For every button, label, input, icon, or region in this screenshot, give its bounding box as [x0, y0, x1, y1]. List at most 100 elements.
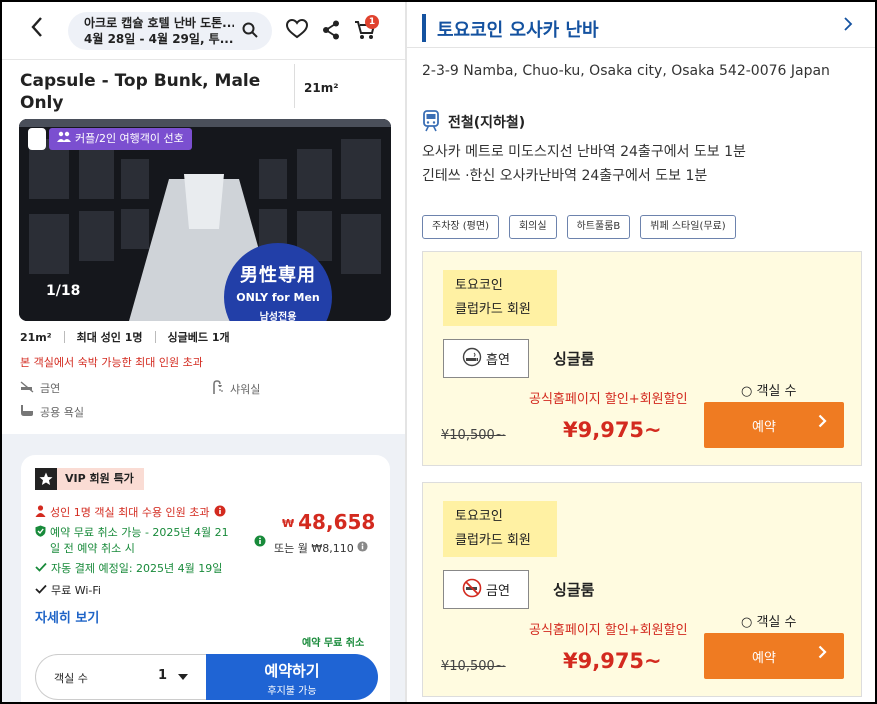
no-smoking-icon — [20, 380, 34, 396]
vip-wifi-row: 무료 Wi-Fi — [35, 583, 101, 599]
shower-icon — [212, 380, 224, 397]
cancel-info[interactable] — [254, 535, 266, 552]
share-icon[interactable] — [322, 20, 340, 44]
male-only-sign-ko: 남성전용 — [259, 312, 297, 321]
couple-badge-text: 커플/2인 여행객이 선호 — [75, 132, 184, 145]
male-only-sign-jp: 男性専用 — [240, 265, 316, 286]
no-smoking-icon — [462, 578, 482, 602]
smoking-badge: 금연 — [443, 570, 529, 609]
book-button-subtitle: 후지불 가능 — [267, 686, 317, 697]
vip-wifi-text: 무료 Wi-Fi — [51, 584, 101, 597]
transit-line: 오사카 메트로 미도스지선 난바역 24출구에서 도보 1분 — [422, 144, 746, 160]
reserve-button-label: 예약 — [752, 420, 776, 435]
chevron-right-icon — [818, 644, 827, 664]
original-price: ¥10,500~ — [441, 428, 506, 443]
room-title: Capsule - Top Bunk, Male Only — [20, 71, 261, 113]
tag-meeting-room: 회의실 — [508, 215, 557, 239]
spec-capacity: 최대 성인 1명 — [76, 331, 143, 344]
facility-tags: 주차장 (평면) 회의실 하트풀룸B 뷔페 스타일(무료) — [422, 215, 736, 239]
free-cancel-label: 예약 무료 취소 — [302, 638, 365, 649]
vip-price-value: 48,658 — [298, 510, 376, 534]
vip-cancel-row: 예약 무료 취소 가능 - 2025년 4월 21 일 전 예약 취소 시 — [35, 525, 229, 557]
search-hotel-name: 아크로 캡슐 호텔 난바 도톤... — [84, 16, 234, 30]
header-divider — [294, 64, 295, 108]
sale-price: ¥9,975~ — [563, 649, 662, 673]
cart-count-badge: 1 — [365, 15, 379, 29]
screen: 아크로 캡슐 호텔 난바 도톤... 4월 28일 - 4월 29일, 투...… — [2, 2, 875, 702]
search-icon — [242, 22, 258, 38]
star-icon — [35, 468, 57, 490]
member-badge: 토요코인 클럽카드 회원 — [443, 270, 557, 326]
search-dates: 4월 28일 - 4월 29일, 투... — [84, 32, 234, 46]
smoking-label: 금연 — [486, 584, 510, 599]
vip-capacity-text: 성인 1명 객실 최대 수용 인원 초과 — [50, 506, 210, 519]
transit-header: 전철(지하철) — [422, 108, 525, 136]
person-icon — [35, 505, 46, 522]
room-photo[interactable]: 커플/2인 여행객이 선호 1/18 男性専用 ONLY for Men 남성전… — [19, 119, 391, 321]
amenity-smoking: 금연 — [20, 380, 60, 396]
amenity-bath-label: 공용 욕실 — [40, 406, 84, 419]
search-summary[interactable]: 아크로 캡슐 호텔 난바 도톤... 4월 28일 - 4월 29일, 투... — [68, 12, 272, 50]
male-only-sign-en: ONLY for Men — [236, 291, 320, 304]
chevron-right-icon[interactable] — [843, 16, 853, 37]
transit-line: 긴테쓰 ·한신 오사카난바역 24출구에서 도보 1분 — [422, 168, 708, 184]
tag-buffet: 뷔페 스타일(무료) — [640, 215, 736, 239]
discount-label: 공식홈페이지 할인+회원할인 — [529, 392, 688, 407]
room-area: 21m² — [304, 81, 339, 95]
plan-card: 토요코인 클럽카드 회원 흡연 싱글룸 ○ 객실 수 공식홈페이지 할인+회원할인… — [422, 251, 862, 466]
hotel-header[interactable]: 토요코인 오사카 난바 — [407, 2, 875, 48]
smoking-label: 흡연 — [486, 353, 510, 368]
amenity-shower: 샤워실 — [212, 380, 260, 397]
back-arrow-icon[interactable] — [30, 16, 44, 44]
info-icon-grey[interactable] — [357, 541, 368, 555]
caret-down-icon — [178, 674, 188, 680]
info-icon[interactable] — [214, 505, 226, 522]
room-count-select[interactable]: 객실 수 1 — [35, 654, 207, 700]
room-count-value: 1 — [158, 668, 168, 683]
amenity-bath: 공용 욕실 — [20, 404, 84, 420]
vip-capacity-row: 성인 1명 객실 최대 수용 인원 초과 — [35, 505, 226, 522]
room-type: 싱글룸 — [553, 350, 595, 368]
currency-symbol: ₩ — [282, 517, 295, 530]
amenity-shower-label: 샤워실 — [230, 382, 261, 396]
info-icon-green[interactable] — [254, 535, 266, 552]
reserve-button-label: 예약 — [752, 651, 776, 666]
heart-icon[interactable] — [285, 18, 309, 43]
left-pane: 아크로 캡슐 호텔 난바 도톤... 4월 28일 - 4월 29일, 투...… — [2, 2, 405, 702]
tag-heartful-room: 하트풀룸B — [566, 215, 631, 239]
member-badge: 토요코인 클럽카드 회원 — [443, 501, 557, 557]
reserve-button[interactable]: 예약 — [704, 402, 844, 448]
room-type: 싱글룸 — [553, 581, 595, 599]
reserve-button[interactable]: 예약 — [704, 633, 844, 679]
vip-badge: VIP 회원 특가 — [35, 468, 144, 490]
hotel-address: 2-3-9 Namba, Chuo-ku, Osaka city, Osaka … — [422, 63, 830, 79]
vip-badge-text: VIP 회원 특가 — [57, 468, 144, 490]
book-button-title: 예약하기 — [264, 662, 320, 680]
photo-counter: 1/18 — [46, 283, 81, 299]
amenity-smoking-label: 금연 — [40, 382, 61, 395]
capacity-warning: 본 객실에서 숙박 가능한 최대 인원 초과 — [20, 356, 203, 369]
book-button[interactable]: 예약하기 후지불 가능 — [206, 654, 378, 700]
smoking-badge: 흡연 — [443, 339, 529, 378]
couple-icon — [57, 128, 71, 150]
photo-chip — [28, 128, 46, 150]
header-accent-bar — [422, 14, 426, 42]
room-count-label: 객실 수 — [54, 672, 88, 685]
plan-card: 토요코인 클럽카드 회원 금연 싱글룸 ○ 객실 수 공식홈페이지 할인+회원할인… — [422, 482, 862, 697]
top-bar: 아크로 캡슐 호텔 난바 도톤... 4월 28일 - 4월 29일, 투...… — [2, 2, 405, 60]
vip-cancel-text: 예약 무료 취소 가능 - 2025년 4월 21 일 전 예약 취소 시 — [50, 526, 229, 555]
check-icon — [35, 583, 47, 599]
right-pane: 토요코인 오사카 난바 2-3-9 Namba, Chuo-ku, Osaka … — [407, 2, 875, 702]
see-details-link[interactable]: 자세히 보기 — [35, 607, 99, 626]
monthly-price-text: 또는 월 ₩8,110 — [274, 542, 354, 555]
vip-price: ₩48,658 — [282, 510, 375, 534]
vip-autopay-text: 자동 결제 예정일: 2025년 4월 19일 — [51, 562, 223, 575]
shield-check-icon — [35, 525, 46, 542]
spec-bed: 싱글베드 1개 — [167, 331, 230, 344]
original-price: ¥10,500~ — [441, 659, 506, 674]
vip-autopay-row: 자동 결제 예정일: 2025년 4월 19일 — [35, 561, 222, 577]
hotel-title: 토요코인 오사카 난바 — [437, 20, 599, 41]
tag-parking: 주차장 (평면) — [422, 215, 499, 239]
transit-header-text: 전철(지하철) — [448, 115, 526, 131]
train-icon — [422, 108, 440, 136]
